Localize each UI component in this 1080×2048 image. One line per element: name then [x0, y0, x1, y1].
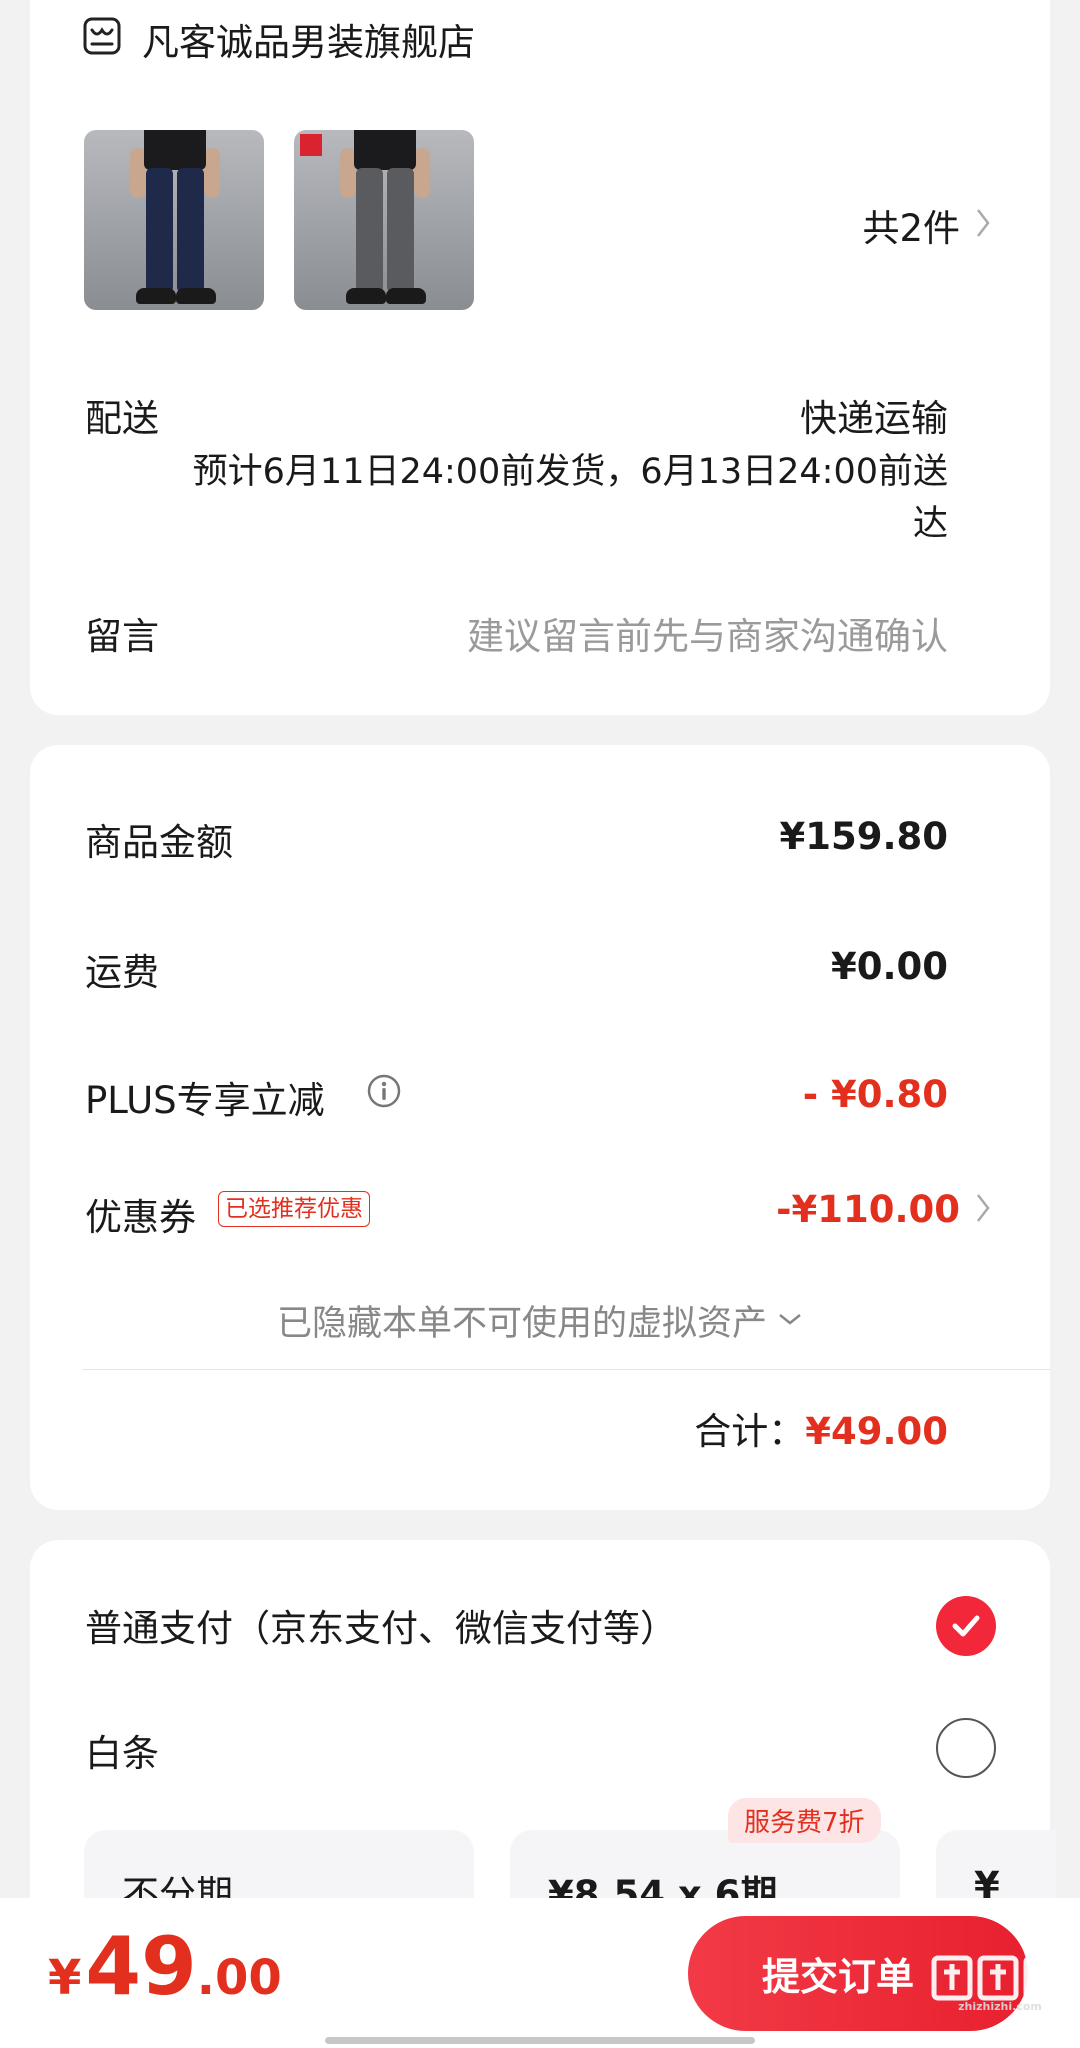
total-label: 合计：	[694, 1410, 806, 1453]
service-fee-tag: 服务费7折	[728, 1798, 881, 1843]
store-card: 凡客诚品男装旗舰店 共2件 配送 快递运输 预计6月11日24:00前发货，6月…	[30, 0, 1050, 715]
delivery-estimate-line2: 达	[912, 504, 948, 544]
normal-payment-label[interactable]: 普通支付（京东支付、微信支付等）	[85, 1598, 677, 1652]
price-integer: 49	[85, 1920, 197, 2013]
message-input[interactable]: 建议留言前先与商家沟通确认	[467, 606, 948, 660]
shipping-value: ¥0.00	[830, 945, 948, 988]
hidden-assets-toggle[interactable]: 已隐藏本单不可使用的虚拟资产	[30, 1295, 1050, 1346]
info-icon[interactable]	[366, 1073, 402, 1113]
normal-payment-radio-checked[interactable]	[936, 1596, 996, 1656]
plus-discount-label: PLUS专享立减	[85, 1079, 325, 1122]
brand-badge	[300, 134, 322, 156]
item-count[interactable]: 共2件	[862, 198, 990, 252]
coupon-selector[interactable]: -¥110.00	[776, 1188, 990, 1231]
price-decimal: .00	[196, 1950, 282, 2006]
plus-discount-value: - ¥0.80	[802, 1073, 948, 1116]
price-symbol: ¥	[48, 1950, 82, 2006]
goods-amount-label: 商品金额	[85, 821, 233, 864]
chevron-down-icon	[777, 1311, 803, 1331]
check-icon	[952, 1615, 980, 1637]
chevron-right-icon	[976, 1193, 990, 1227]
message-label: 留言	[85, 615, 159, 658]
hidden-assets-label: 已隐藏本单不可使用的虚拟资产	[276, 1304, 767, 1344]
amount-card: 商品金额 ¥159.80 运费 ¥0.00 PLUS专享立减 - ¥0.80 优…	[30, 745, 1050, 1510]
submit-order-label: 提交订单	[761, 1955, 914, 1999]
coupon-label: 优惠券	[85, 1196, 196, 1239]
store-name[interactable]: 凡客诚品男装旗舰店	[142, 12, 475, 66]
final-price: ¥ 49 .00	[48, 1920, 282, 2013]
watermark-logo: zhizhizhi.com	[930, 1954, 1070, 2016]
baitiao-radio[interactable]	[936, 1718, 996, 1778]
delivery-method[interactable]: 快递运输	[800, 388, 948, 442]
total-row: 合计： ¥49.00	[694, 1401, 948, 1455]
baitiao-label[interactable]: 白条	[85, 1723, 159, 1777]
svg-text:zhizhizhi.com: zhizhizhi.com	[958, 2000, 1042, 2012]
coupon-recommended-tag: 已选推荐优惠	[218, 1191, 370, 1227]
product-thumbnail-grey[interactable]	[294, 130, 474, 310]
home-indicator	[325, 2037, 755, 2044]
total-value: ¥49.00	[805, 1410, 948, 1453]
goods-amount-value: ¥159.80	[779, 815, 948, 858]
divider	[82, 1369, 1050, 1370]
item-count-label: 共2件	[862, 207, 960, 250]
bottom-bar: ¥ 49 .00 提交订单 zhizhizhi.com	[0, 1898, 1080, 2048]
chevron-right-icon	[976, 208, 990, 242]
delivery-estimate-line1: 预计6月11日24:00前发货，6月13日24:00前送	[192, 452, 948, 492]
delivery-label: 配送	[85, 397, 159, 440]
shipping-label: 运费	[85, 951, 159, 994]
store-icon	[82, 16, 122, 60]
coupon-value: -¥110.00	[776, 1188, 960, 1231]
product-thumbnail-navy[interactable]	[84, 130, 264, 310]
